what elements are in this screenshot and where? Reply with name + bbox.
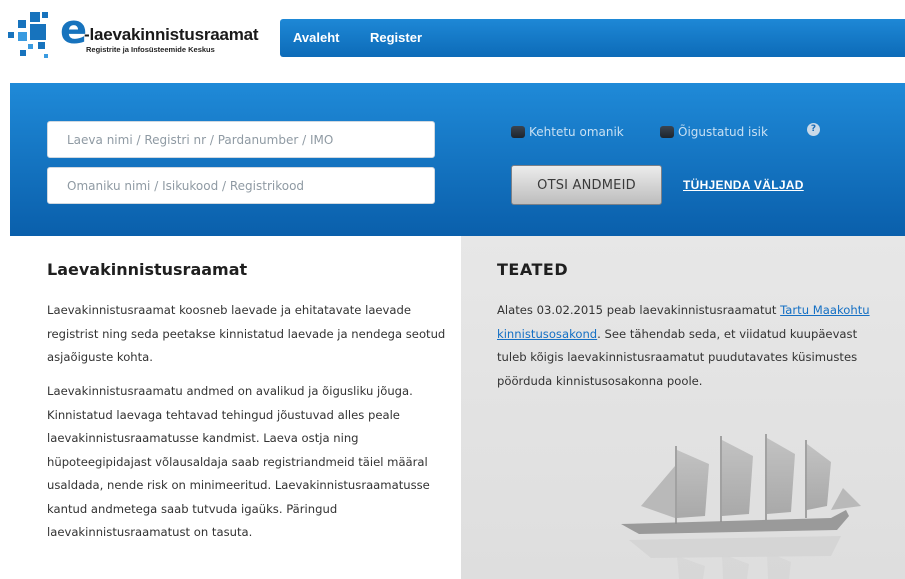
owner-search-input[interactable] <box>47 167 435 204</box>
invalid-owner-label: Kehtetu omanik <box>529 125 624 139</box>
help-icon[interactable]: ? <box>807 123 820 136</box>
logo-title: -laevakinnistusraamat <box>84 25 259 44</box>
news-text-before: Alates 03.02.2015 peab laevakinnistusraa… <box>497 303 781 317</box>
authorized-person-label: Õigustatud isik <box>678 125 768 139</box>
nav-register[interactable]: Register <box>370 19 422 57</box>
invalid-owner-checkbox[interactable]: Kehtetu omanik <box>511 124 624 140</box>
clear-fields-link[interactable]: TÜHJENDA VÄLJAD <box>683 178 804 192</box>
main-navbar: Avaleht Register <box>280 19 905 57</box>
site-logo[interactable]: e -laevakinnistusraamat Registrite ja In… <box>8 10 259 62</box>
logo-subtitle: Registrite ja Infosüsteemide Keskus <box>86 45 215 54</box>
nav-home[interactable]: Avaleht <box>293 19 339 57</box>
news-panel: TEATED Alates 03.02.2015 peab laevakinni… <box>461 236 905 579</box>
ship-search-input[interactable] <box>47 121 435 158</box>
news-title: TEATED <box>497 260 569 279</box>
header: e -laevakinnistusraamat Registrite ja In… <box>0 0 905 80</box>
news-text: Alates 03.02.2015 peab laevakinnistusraa… <box>497 299 889 393</box>
authorized-person-checkbox[interactable]: Õigustatud isik <box>660 124 768 140</box>
search-button[interactable]: OTSI ANDMEID <box>511 165 662 205</box>
checkbox-icon <box>511 126 525 138</box>
logo-squares-icon <box>8 10 60 62</box>
intro-paragraph-2: Laevakinnistusraamatu andmed on avalikud… <box>47 384 430 539</box>
checkbox-icon <box>660 126 674 138</box>
page-title: Laevakinnistusraamat <box>47 260 248 279</box>
sailing-ship-image <box>621 434 861 579</box>
intro-paragraph-1: Laevakinnistusraamat koosneb laevade ja … <box>47 303 446 364</box>
search-panel: Kehtetu omanik Õigustatud isik ? OTSI AN… <box>10 83 905 236</box>
